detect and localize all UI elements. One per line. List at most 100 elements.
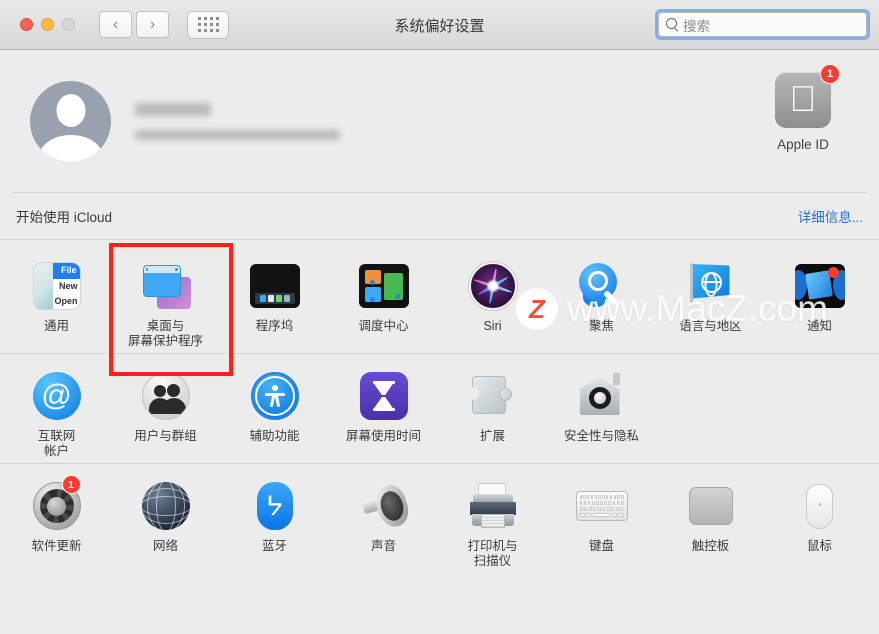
users-groups-icon	[140, 370, 192, 422]
internet-accounts-icon: @	[31, 370, 83, 422]
navigation-buttons: ‹ ›	[99, 11, 169, 38]
back-button[interactable]: ‹	[99, 11, 132, 38]
spotlight-icon	[576, 260, 628, 312]
pref-label: 鼠标	[806, 539, 832, 553]
pref-label: 扩展	[479, 429, 505, 443]
apple-id-badge: 1	[820, 64, 840, 84]
avatar-body-shape	[38, 134, 103, 162]
pref-item-network[interactable]: 网络	[111, 470, 220, 569]
pref-label: 用户与群组	[134, 429, 197, 443]
avatar-head-shape	[56, 93, 85, 127]
mouse-icon	[794, 480, 846, 532]
desktop-screensaver-icon	[140, 260, 192, 312]
accessibility-icon	[249, 370, 301, 422]
pref-item-dock[interactable]: 程序坞	[220, 250, 329, 349]
pref-item-extensions[interactable]: 扩展	[438, 360, 547, 459]
chevron-left-icon: ‹	[112, 15, 119, 33]
avatar[interactable]	[30, 80, 111, 162]
system-preferences-window: ‹ › 系统偏好设置 搜索 1 Apple ID 开始使用 iCloud 详细信…	[0, 0, 879, 634]
forward-button[interactable]: ›	[136, 11, 169, 38]
icloud-banner-text: 开始使用 iCloud	[16, 210, 113, 225]
pref-item-desktop-screensaver[interactable]: 桌面与 屏幕保护程序	[111, 250, 220, 349]
account-section[interactable]:  1 Apple ID	[0, 50, 879, 192]
pref-item-trackpad[interactable]: 触控板	[656, 470, 765, 569]
grid-dots-icon	[197, 17, 219, 32]
search-placeholder: 搜索	[683, 18, 710, 34]
pref-item-security-privacy[interactable]: 安全性与隐私	[547, 360, 656, 459]
security-privacy-icon	[576, 370, 628, 422]
pref-item-printers-scanners[interactable]: 打印机与 扫描仪	[438, 470, 547, 569]
account-text	[135, 102, 340, 140]
pref-label: Siri	[483, 319, 502, 333]
pref-item-internet-accounts[interactable]: @ 互联网 帐户	[2, 360, 111, 459]
pref-label: 安全性与隐私	[563, 429, 639, 443]
preferences-row-3: 1 软件更新 网络 ᔭ 蓝牙 声音 打印机与 扫描仪 键盘 触控板 鼠标	[0, 464, 879, 573]
traffic-lights	[20, 18, 75, 31]
account-name-redacted	[135, 102, 211, 116]
pref-label: 聚焦	[588, 319, 614, 333]
pref-label: 网络	[152, 539, 178, 553]
pref-label: 蓝牙	[261, 539, 287, 553]
apple-id-label: Apple ID	[777, 137, 829, 152]
pref-item-accessibility[interactable]: 辅助功能	[220, 360, 329, 459]
keyboard-icon	[575, 480, 628, 532]
trackpad-icon	[685, 480, 737, 532]
pref-label: 语言与地区	[679, 319, 742, 333]
pref-label: 互联网 帐户	[37, 429, 76, 458]
account-subtitle-redacted	[135, 129, 340, 140]
software-update-badge: 1	[61, 475, 81, 494]
pref-label: 软件更新	[31, 539, 82, 553]
pref-item-bluetooth[interactable]: ᔭ 蓝牙	[220, 470, 329, 569]
pref-label: 屏幕使用时间	[345, 429, 421, 443]
general-icon: File New Open	[31, 260, 83, 312]
icloud-banner: 开始使用 iCloud 详细信息...	[0, 193, 879, 239]
chevron-right-icon: ›	[149, 15, 156, 33]
pref-item-notifications[interactable]: 通知	[765, 250, 874, 349]
pref-item-software-update[interactable]: 1 软件更新	[2, 470, 111, 569]
pref-label: 辅助功能	[249, 429, 300, 443]
pref-item-screen-time[interactable]: 屏幕使用时间	[329, 360, 438, 459]
dock-icon	[249, 260, 301, 312]
extensions-icon	[465, 370, 519, 422]
pref-label: 键盘	[588, 539, 614, 553]
siri-icon	[467, 260, 519, 312]
apple-glyph: 	[790, 81, 817, 117]
show-all-button[interactable]	[187, 10, 229, 39]
window-titlebar: ‹ › 系统偏好设置 搜索	[0, 0, 879, 50]
notifications-icon	[794, 260, 846, 312]
printers-scanners-icon	[467, 480, 519, 532]
preferences-row-1: File New Open 通用 桌面与 屏幕保护程序 程序坞 调度中心 Sir…	[0, 244, 879, 353]
pref-item-keyboard[interactable]: 键盘	[547, 470, 656, 569]
icloud-details-link[interactable]: 详细信息...	[798, 206, 863, 226]
pref-item-mission-control[interactable]: 调度中心	[329, 250, 438, 349]
pref-label: 桌面与 屏幕保护程序	[127, 319, 203, 348]
network-icon	[140, 480, 192, 532]
pref-label: 通用	[43, 319, 69, 333]
screen-time-icon	[358, 370, 410, 422]
preferences-pane: File New Open 通用 桌面与 屏幕保护程序 程序坞 调度中心 Sir…	[0, 240, 879, 573]
search-input[interactable]: 搜索	[658, 12, 867, 37]
pref-label: 程序坞	[255, 319, 294, 333]
apple-id-item[interactable]:  1 Apple ID	[751, 64, 855, 152]
bluetooth-icon: ᔭ	[249, 480, 301, 532]
pref-item-general[interactable]: File New Open 通用	[2, 250, 111, 349]
pref-item-sound[interactable]: 声音	[329, 470, 438, 569]
pref-item-users-groups[interactable]: 用户与群组	[111, 360, 220, 459]
mission-control-icon	[358, 260, 410, 312]
search-icon	[666, 18, 679, 31]
pref-label: 打印机与 扫描仪	[467, 539, 518, 568]
pref-label: 调度中心	[358, 319, 409, 333]
apple-logo-icon[interactable]:  1	[775, 64, 840, 128]
preferences-row-2: @ 互联网 帐户 用户与群组 辅助功能 屏幕使用时间 扩展 安全性与隐私	[0, 354, 879, 463]
pref-label: 通知	[806, 319, 832, 333]
minimize-button[interactable]	[41, 18, 54, 31]
pref-item-spotlight[interactable]: 聚焦	[547, 250, 656, 349]
software-update-icon: 1	[31, 475, 83, 532]
sound-icon	[358, 480, 412, 532]
search-container[interactable]: 搜索	[655, 9, 870, 40]
pref-item-mouse[interactable]: 鼠标	[765, 470, 874, 569]
pref-item-siri[interactable]: Siri	[438, 250, 547, 349]
close-button[interactable]	[20, 18, 33, 31]
pref-label: 触控板	[691, 539, 730, 553]
pref-item-language-region[interactable]: 语言与地区	[656, 250, 765, 349]
